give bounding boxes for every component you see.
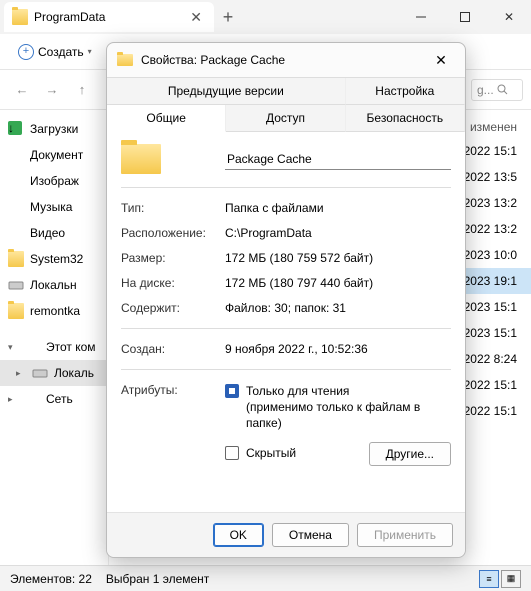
chevron-right-icon[interactable]: ▸ bbox=[8, 394, 18, 405]
statusbar: Элементов: 22 Выбран 1 элемент ≡ ▦ bbox=[0, 565, 531, 591]
close-button[interactable]: ✕ bbox=[487, 2, 531, 32]
dialog-titlebar[interactable]: Свойства: Package Cache ✕ bbox=[107, 43, 465, 77]
sidebar-item-images[interactable]: Изображ bbox=[0, 168, 108, 194]
size-value: 172 МБ (180 759 572 байт) bbox=[225, 251, 451, 265]
size-label: Размер: bbox=[121, 251, 225, 265]
back-button[interactable]: ← bbox=[8, 76, 36, 104]
chevron-right-icon[interactable]: ▸ bbox=[16, 368, 26, 379]
folder-icon bbox=[8, 303, 24, 319]
dialog-tabs: Предыдущие версии Настройка Общие Доступ… bbox=[107, 77, 465, 132]
new-tab-button[interactable]: + bbox=[214, 7, 242, 28]
maximize-button[interactable] bbox=[443, 2, 487, 32]
view-details-button[interactable]: ≡ bbox=[479, 570, 499, 588]
tab-sharing[interactable]: Доступ bbox=[226, 105, 345, 132]
minimize-button[interactable] bbox=[399, 2, 443, 32]
cancel-button[interactable]: Отмена bbox=[272, 523, 349, 547]
readonly-checkbox[interactable] bbox=[225, 384, 239, 398]
folder-icon bbox=[12, 9, 28, 25]
chevron-down-icon: ▾ bbox=[88, 47, 92, 56]
folder-icon bbox=[8, 251, 24, 267]
type-value: Папка с файлами bbox=[225, 201, 451, 215]
titlebar: ProgramData ✕ + ✕ bbox=[0, 0, 531, 34]
sidebar-item-local-disk[interactable]: Локальн bbox=[0, 272, 108, 298]
contains-label: Содержит: bbox=[121, 301, 225, 315]
tab-title: ProgramData bbox=[34, 10, 186, 24]
hidden-checkbox[interactable] bbox=[225, 446, 239, 460]
selection-info: Выбран 1 элемент bbox=[106, 572, 209, 586]
sidebar-item-downloads[interactable]: ↓Загрузки bbox=[0, 116, 108, 142]
tab-close-button[interactable]: ✕ bbox=[186, 9, 206, 26]
type-label: Тип: bbox=[121, 201, 225, 215]
folder-icon bbox=[117, 54, 133, 66]
disk-icon bbox=[8, 277, 24, 293]
tab-customize[interactable]: Настройка bbox=[346, 78, 465, 105]
forward-button[interactable]: → bbox=[38, 76, 66, 104]
ok-button[interactable]: OK bbox=[213, 523, 264, 547]
sidebar-item-remontka[interactable]: remontka bbox=[0, 298, 108, 324]
contains-value: Файлов: 30; папок: 31 bbox=[225, 301, 451, 315]
folder-name-input[interactable] bbox=[225, 149, 451, 170]
dialog-title: Свойства: Package Cache bbox=[141, 53, 285, 67]
plus-icon: + bbox=[18, 44, 34, 60]
explorer-tab[interactable]: ProgramData ✕ bbox=[4, 2, 214, 32]
size-on-disk-value: 172 МБ (180 797 440 байт) bbox=[225, 276, 451, 290]
properties-dialog: Свойства: Package Cache ✕ Предыдущие вер… bbox=[106, 42, 466, 558]
create-label: Создать bbox=[38, 45, 84, 59]
sidebar-item-video[interactable]: Видео bbox=[0, 220, 108, 246]
tab-security[interactable]: Безопасность bbox=[346, 105, 465, 132]
item-count: Элементов: 22 bbox=[10, 572, 92, 586]
tree-this-pc[interactable]: ▾Этот ком bbox=[0, 334, 108, 360]
folder-large-icon bbox=[121, 144, 225, 174]
location-value: C:\ProgramData bbox=[225, 226, 451, 240]
hidden-checkbox-row[interactable]: Скрытый bbox=[225, 445, 296, 461]
readonly-checkbox-row[interactable]: Только для чтения(применимо только к фай… bbox=[225, 383, 451, 432]
dialog-close-button[interactable]: ✕ bbox=[427, 48, 455, 72]
sidebar: ↓Загрузки Документ Изображ Музыка Видео … bbox=[0, 110, 108, 565]
advanced-attributes-button[interactable]: Другие... bbox=[369, 442, 451, 466]
tab-previous-versions[interactable]: Предыдущие версии bbox=[107, 78, 346, 105]
apply-button[interactable]: Применить bbox=[357, 523, 453, 547]
tab-general[interactable]: Общие bbox=[107, 105, 226, 132]
search-box[interactable]: g... bbox=[471, 79, 523, 101]
tree-network[interactable]: ▸Сеть bbox=[0, 386, 108, 412]
download-icon: ↓ bbox=[8, 121, 22, 135]
created-value: 9 ноября 2022 г., 10:52:36 bbox=[225, 342, 451, 356]
sidebar-item-documents[interactable]: Документ bbox=[0, 142, 108, 168]
location-label: Расположение: bbox=[121, 226, 225, 240]
search-icon bbox=[497, 84, 508, 95]
attributes-label: Атрибуты: bbox=[121, 383, 225, 397]
size-on-disk-label: На диске: bbox=[121, 276, 225, 290]
chevron-down-icon[interactable]: ▾ bbox=[8, 342, 18, 353]
search-label: g... bbox=[477, 83, 494, 97]
disk-icon bbox=[32, 365, 48, 381]
tree-local-disk[interactable]: ▸Локаль bbox=[0, 360, 108, 386]
up-button[interactable]: ↑ bbox=[68, 76, 96, 104]
create-button[interactable]: + Создать ▾ bbox=[12, 40, 98, 64]
view-icons-button[interactable]: ▦ bbox=[501, 570, 521, 588]
created-label: Создан: bbox=[121, 342, 225, 356]
sidebar-item-music[interactable]: Музыка bbox=[0, 194, 108, 220]
sidebar-item-system32[interactable]: System32 bbox=[0, 246, 108, 272]
